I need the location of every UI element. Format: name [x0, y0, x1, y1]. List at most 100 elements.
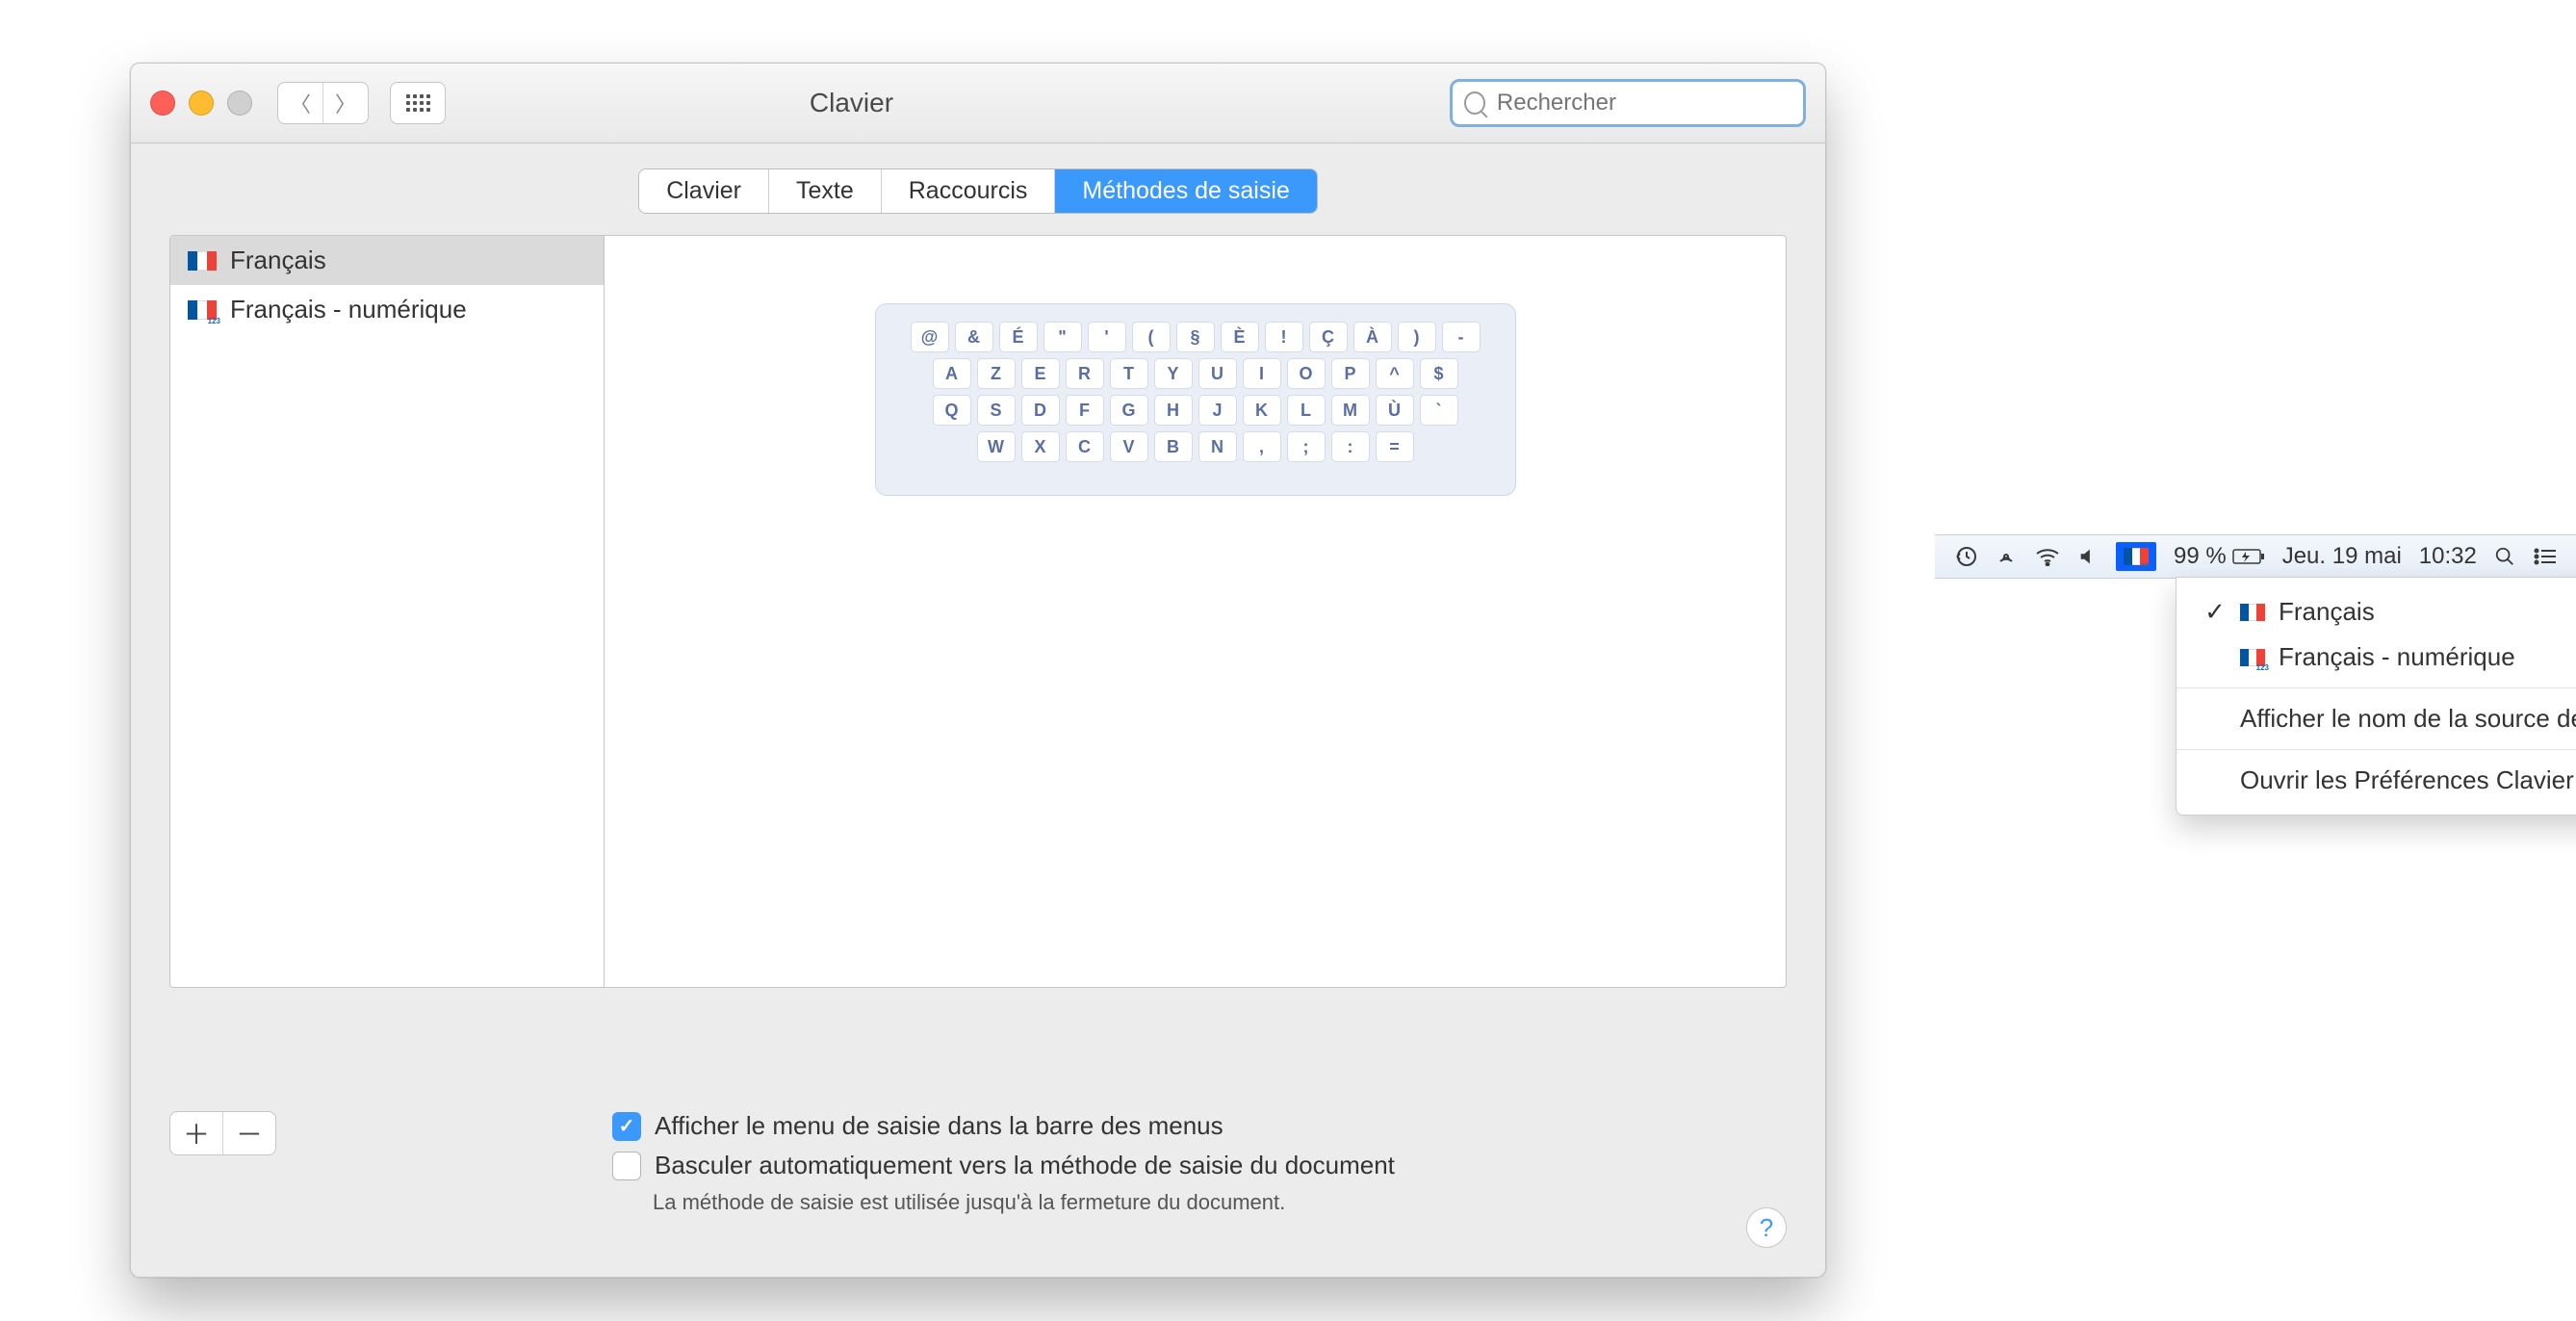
input-source-label: Français	[230, 246, 326, 275]
keyboard-key: L	[1287, 395, 1326, 426]
checkbox-auto-switch-label: Basculer automatiquement vers la méthode…	[655, 1151, 1395, 1180]
keyboard-key: -	[1442, 322, 1481, 352]
keyboard-key: Ç	[1309, 322, 1348, 352]
zoom-window-button[interactable]	[227, 91, 252, 116]
battery-icon	[2232, 548, 2265, 565]
checkmark-icon: ✓	[2203, 597, 2227, 627]
keyboard-key: W	[977, 431, 1016, 462]
keyboard-key: J	[1198, 395, 1237, 426]
keyboard-key: E	[1021, 358, 1060, 389]
keyboard-key: V	[1110, 431, 1148, 462]
keyboard-key: $	[1420, 358, 1458, 389]
date-display[interactable]: Jeu. 19 mai	[2282, 543, 2402, 570]
remove-source-button[interactable]: －	[222, 1112, 275, 1154]
keyboard-key: P	[1331, 358, 1370, 389]
keyboard-key: "	[1043, 322, 1082, 352]
keyboard-key: ,	[1243, 431, 1281, 462]
keyboard-key: R	[1066, 358, 1104, 389]
tab-texte[interactable]: Texte	[769, 169, 882, 213]
wifi-icon[interactable]	[2035, 547, 2060, 566]
keyboard-key: (	[1132, 322, 1171, 352]
flag-fr-icon	[188, 300, 217, 320]
flag-fr-icon	[2240, 604, 2265, 621]
keyboard-key: :	[1331, 431, 1370, 462]
keyboard-key: É	[999, 322, 1038, 352]
keyboard-preview-pane: @&É"'(§È!ÇÀ)-AZERTYUIOP^$QSDFGHJKLMÙ`WXC…	[605, 236, 1786, 987]
keyboard-key: C	[1066, 431, 1104, 462]
keyboard-key: G	[1110, 395, 1148, 426]
time-machine-icon[interactable]	[1954, 545, 1977, 568]
menu-item-label: Français	[2279, 597, 2375, 627]
input-source-item[interactable]: Français - numérique	[170, 285, 604, 334]
keyboard-key: U	[1198, 358, 1237, 389]
checkbox-auto-switch[interactable]	[612, 1152, 641, 1180]
menu-item-label: Français - numérique	[2279, 642, 2515, 672]
keyboard-key: '	[1088, 322, 1126, 352]
search-field[interactable]	[1450, 79, 1806, 127]
checkbox-show-input-menu[interactable]: ✓	[612, 1112, 641, 1141]
battery-percent: 99 %	[2174, 543, 2227, 570]
keyboard-key: )	[1398, 322, 1436, 352]
input-source-list: Français Français - numérique	[170, 236, 605, 987]
tab-raccourcis[interactable]: Raccourcis	[882, 169, 1056, 213]
keyboard-key: O	[1287, 358, 1326, 389]
input-source-item[interactable]: Français	[170, 236, 604, 285]
notification-center-icon[interactable]	[2533, 548, 2556, 565]
battery-status[interactable]: 99 %	[2174, 543, 2265, 570]
keyboard-key: B	[1154, 431, 1193, 462]
keyboard-key: &	[955, 322, 993, 352]
keyboard-key: M	[1331, 395, 1370, 426]
keyboard-key: T	[1110, 358, 1148, 389]
keyboard-key: !	[1265, 322, 1303, 352]
keyboard-key: X	[1021, 431, 1060, 462]
volume-icon[interactable]	[2077, 546, 2099, 567]
keyboard-key: N	[1198, 431, 1237, 462]
search-icon	[1464, 91, 1485, 115]
menu-item-input-source[interactable]: ✓ Français	[2177, 589, 2576, 635]
tab-clavier[interactable]: Clavier	[639, 169, 769, 213]
checkbox-auto-switch-note: La méthode de saisie est utilisée jusqu'…	[653, 1190, 1395, 1215]
keyboard-key: Q	[933, 395, 971, 426]
add-source-button[interactable]: ＋	[170, 1112, 222, 1154]
preferences-window: 〈 〉 Clavier ClavierTexteRaccourcisMéthod…	[130, 63, 1826, 1278]
flag-fr-icon	[188, 251, 217, 271]
menu-separator	[2177, 749, 2576, 750]
close-window-button[interactable]	[150, 91, 175, 116]
keyboard-key: D	[1021, 395, 1060, 426]
menu-separator	[2177, 687, 2576, 688]
tab-bar: ClavierTexteRaccourcisMéthodes de saisie	[131, 143, 1825, 221]
keyboard-key: =	[1376, 431, 1414, 462]
flag-fr-icon	[2124, 548, 2149, 565]
keyboard-key: È	[1221, 322, 1259, 352]
options-area: ✓ Afficher le menu de saisie dans la bar…	[612, 1111, 1395, 1215]
spotlight-icon[interactable]	[2494, 546, 2515, 567]
input-source-label: Français - numérique	[230, 295, 467, 324]
titlebar: 〈 〉 Clavier	[131, 64, 1825, 143]
input-source-menu-button[interactable]	[2116, 542, 2156, 571]
keyboard-key: Ù	[1376, 395, 1414, 426]
minimize-window-button[interactable]	[189, 91, 214, 116]
menu-item-input-source[interactable]: Français - numérique	[2177, 635, 2576, 680]
help-button[interactable]: ?	[1746, 1207, 1787, 1248]
time-display[interactable]: 10:32	[2419, 543, 2477, 570]
search-input[interactable]	[1495, 89, 1791, 117]
keyboard-key: A	[933, 358, 971, 389]
keyboard-key: H	[1154, 395, 1193, 426]
input-source-dropdown: ✓ Français Français - numérique Afficher l…	[2176, 577, 2576, 816]
keyboard-key: K	[1243, 395, 1281, 426]
menu-bar: 99 % Jeu. 19 mai 10:32	[1935, 534, 2576, 579]
keyboard-preview: @&É"'(§È!ÇÀ)-AZERTYUIOP^$QSDFGHJKLMÙ`WXC…	[875, 303, 1516, 496]
keyboard-key: Z	[977, 358, 1016, 389]
keyboard-key: `	[1420, 395, 1458, 426]
tab-méthodes-de-saisie[interactable]: Méthodes de saisie	[1055, 169, 1316, 213]
airdrop-icon[interactable]	[1995, 545, 2018, 568]
menu-item-open-keyboard-prefs[interactable]: Ouvrir les Préférences Clavier…	[2177, 758, 2576, 803]
menu-item-label: Ouvrir les Préférences Clavier…	[2240, 765, 2576, 795]
keyboard-key: §	[1176, 322, 1215, 352]
keyboard-key: Y	[1154, 358, 1193, 389]
traffic-lights	[150, 91, 252, 116]
menu-item-show-source-name[interactable]: Afficher le nom de la source de saisie	[2177, 696, 2576, 741]
keyboard-key: ^	[1376, 358, 1414, 389]
menu-item-label: Afficher le nom de la source de saisie	[2240, 704, 2576, 734]
flag-fr-icon	[2240, 649, 2265, 666]
